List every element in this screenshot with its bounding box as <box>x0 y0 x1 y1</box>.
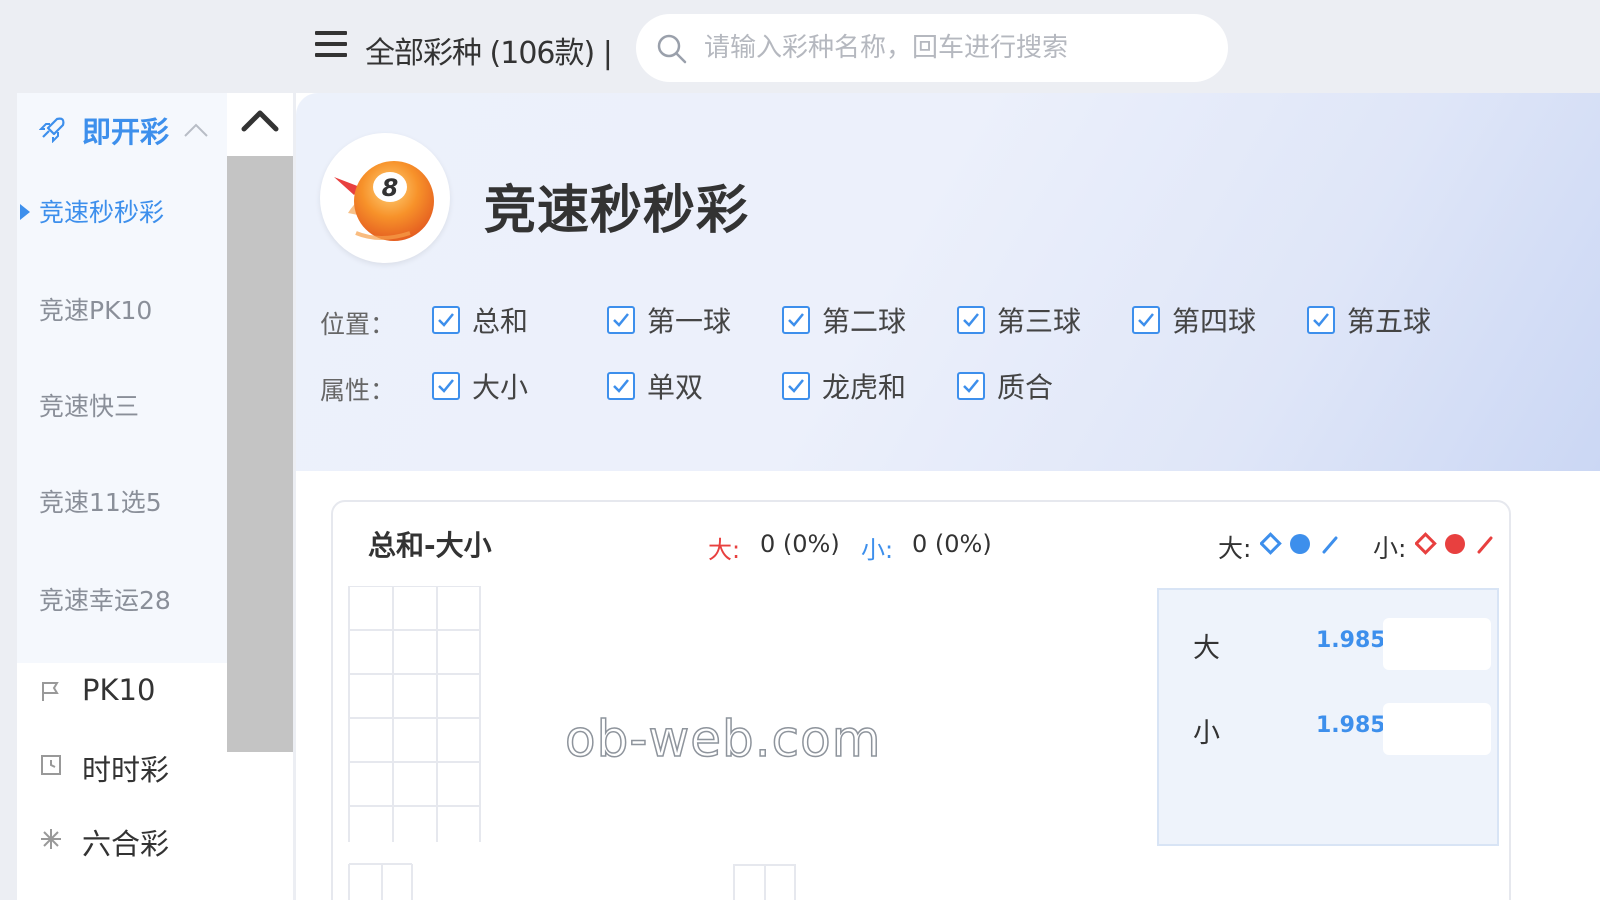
subitem-label: 竞速PK10 <box>39 296 153 325</box>
check-icon <box>1313 313 1329 327</box>
check-icon <box>438 379 454 393</box>
odds-panel: 大 1.985 小 1.985 <box>1157 588 1499 846</box>
check-icon <box>788 379 804 393</box>
svg-text:8: 8 <box>382 174 399 202</box>
card-title: 总和-大小 <box>368 529 492 562</box>
sidebar-scrollbar <box>227 93 293 900</box>
flag-icon <box>42 682 59 701</box>
big-count-label: 大: <box>708 536 741 564</box>
sidebar-item-mark-six[interactable]: 六合彩 <box>17 819 227 879</box>
attribute-label: 属性： <box>320 376 396 405</box>
small-count-value: 0 (0%) <box>912 530 992 558</box>
sidebar-item-label: 时时彩 <box>82 753 170 787</box>
checkbox[interactable] <box>432 372 460 400</box>
bet-amount-input[interactable] <box>1383 703 1491 755</box>
sidebar-item-ssc[interactable]: 时时彩 <box>17 745 227 805</box>
clock-icon <box>41 755 61 775</box>
scroll-up-icon[interactable] <box>227 93 293 153</box>
billiard-ball-icon: 8 <box>334 161 434 241</box>
check-icon <box>613 313 629 327</box>
option-label: 第三球 <box>997 305 1082 338</box>
sparkle-icon <box>41 829 61 849</box>
instant-lottery-group: 即开彩 竞速秒秒彩 竞速PK10 竞速快三 竞速11选5 竞速幸运28 <box>17 93 227 663</box>
sidebar-item-label: 六合彩 <box>82 827 170 861</box>
subitem-label: 竞速秒秒彩 <box>39 198 165 227</box>
search-box[interactable] <box>636 14 1228 82</box>
sidebar-subitem-speed-pk10[interactable]: 竞速PK10 <box>17 291 227 341</box>
checkbox[interactable] <box>957 372 985 400</box>
option-label: 总和 <box>472 305 529 338</box>
active-indicator-icon <box>20 204 30 220</box>
search-icon <box>657 34 687 64</box>
watermark-text: ob-web.com <box>564 709 882 769</box>
legend-small-label: 小: <box>1373 534 1407 563</box>
check-icon <box>613 379 629 393</box>
checkbox[interactable] <box>782 372 810 400</box>
option-label: 大小 <box>472 371 529 404</box>
lottery-title: 竞速秒秒彩 <box>484 181 750 241</box>
odds-value: 1.985 <box>1316 713 1386 738</box>
lottery-logo: 8 <box>320 133 450 263</box>
option-label: 第五球 <box>1347 305 1432 338</box>
sidebar-subitem-speed-seconds[interactable]: 竞速秒秒彩 <box>17 193 227 243</box>
check-icon <box>963 313 979 327</box>
search-input[interactable] <box>704 30 1204 66</box>
legend-big-icons <box>1260 532 1338 555</box>
option-label: 第二球 <box>822 305 907 338</box>
chevron-up-icon[interactable] <box>183 121 209 139</box>
top-bar: 全部彩种 (106款) | <box>0 0 1600 92</box>
check-icon <box>963 379 979 393</box>
checkbox[interactable] <box>957 306 985 334</box>
check-icon <box>438 313 454 327</box>
option-label: 龙虎和 <box>822 371 907 404</box>
big-count-value: 0 (0%) <box>760 530 840 558</box>
main-content: 8 竞速秒秒彩 位置： 总和 第一球 第二球 第三球 第四球 第五球 属性： 大… <box>296 93 1600 900</box>
check-icon <box>1138 313 1154 327</box>
checkbox[interactable] <box>607 306 635 334</box>
legend-big-label: 大: <box>1218 534 1252 563</box>
scrollbar-thumb[interactable] <box>227 156 293 752</box>
checkbox[interactable] <box>432 306 460 334</box>
subitem-label: 竞速幸运28 <box>39 586 171 615</box>
subitem-label: 竞速11选5 <box>39 488 162 517</box>
checkbox[interactable] <box>1132 306 1160 334</box>
checkbox[interactable] <box>1307 306 1335 334</box>
odds-name: 小 <box>1193 718 1220 749</box>
check-icon <box>788 313 804 327</box>
odds-row-small[interactable]: 小 1.985 <box>1159 703 1499 759</box>
rocket-icon <box>39 117 65 143</box>
option-label: 单双 <box>647 371 704 404</box>
option-label: 第四球 <box>1172 305 1257 338</box>
legend-small-icons <box>1415 532 1493 555</box>
trend-grid-partial <box>733 864 796 900</box>
odds-value: 1.985 <box>1316 628 1386 653</box>
sidebar-item-label: PK10 <box>82 673 156 707</box>
group-header-instant[interactable]: 即开彩 <box>17 93 227 173</box>
bet-amount-input[interactable] <box>1383 618 1491 670</box>
trend-card: 总和-大小 大: 0 (0%) 小: 0 (0%) 大: 小: 大 1.985 … <box>331 500 1511 900</box>
trend-grid <box>348 586 481 900</box>
option-label: 第一球 <box>647 305 732 338</box>
odds-name: 大 <box>1193 633 1220 664</box>
subitem-label: 竞速快三 <box>39 392 140 421</box>
sidebar-subitem-speed-11x5[interactable]: 竞速11选5 <box>17 483 227 533</box>
all-lottery-count[interactable]: 全部彩种 (106款) | <box>365 28 613 72</box>
small-count-label: 小: <box>861 536 894 564</box>
position-label: 位置： <box>320 310 396 339</box>
checkbox[interactable] <box>782 306 810 334</box>
checkbox[interactable] <box>607 372 635 400</box>
sidebar-item-pk10[interactable]: PK10 <box>17 671 227 731</box>
menu-icon[interactable] <box>315 31 347 61</box>
sidebar-subitem-speed-lucky28[interactable]: 竞速幸运28 <box>17 581 227 631</box>
option-label: 质合 <box>997 371 1054 404</box>
group-title: 即开彩 <box>82 115 170 149</box>
sidebar-subitem-speed-k3[interactable]: 竞速快三 <box>17 387 227 437</box>
odds-row-big[interactable]: 大 1.985 <box>1159 618 1499 674</box>
lottery-header: 8 竞速秒秒彩 位置： 总和 第一球 第二球 第三球 第四球 第五球 属性： 大… <box>296 93 1600 471</box>
sidebar: 即开彩 竞速秒秒彩 竞速PK10 竞速快三 竞速11选5 竞速幸运28 PK10 <box>17 93 227 900</box>
